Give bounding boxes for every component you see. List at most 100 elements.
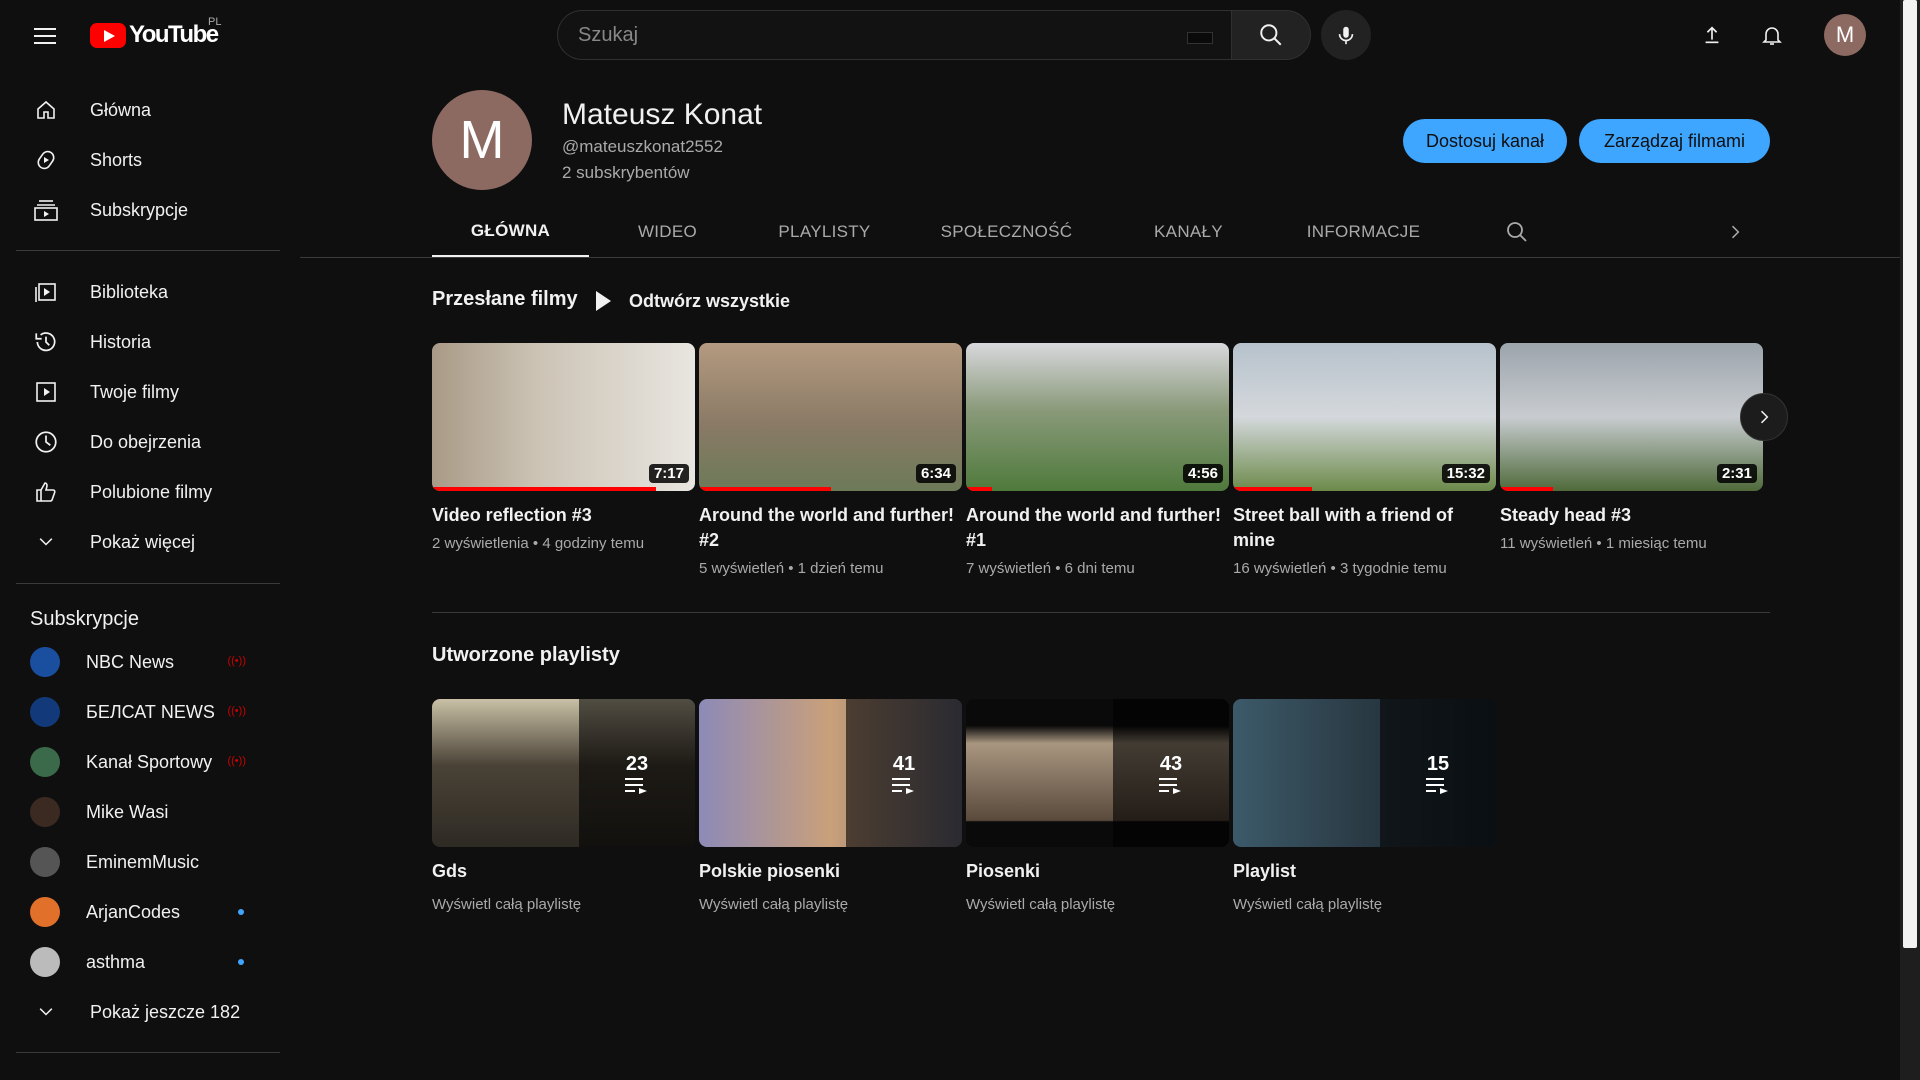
subscription-label: БЕЛСАТ NEWS	[86, 701, 215, 722]
manage-videos-button[interactable]: Zarządzaj filmami	[1579, 119, 1770, 163]
video-duration: 4:56	[1182, 464, 1223, 483]
video-title[interactable]: Around the world and further! #1	[966, 503, 1229, 553]
playlist-title[interactable]: Gds	[432, 861, 695, 882]
sidebar-divider	[16, 1052, 280, 1053]
page-scrollbar[interactable]	[1900, 0, 1920, 1080]
top-bar: YouTube PL M	[0, 0, 1900, 70]
youtube-logo[interactable]: YouTube PL	[90, 16, 221, 48]
video-card[interactable]: 4:56 Around the world and further! #1 7 …	[966, 343, 1229, 577]
channel-avatar-large[interactable]: M	[432, 90, 532, 190]
playlist-thumbnail[interactable]: 43	[966, 699, 1229, 847]
uploads-section-title[interactable]: Przesłane filmy	[432, 288, 578, 311]
video-card[interactable]: 7:17 Video reflection #3 2 wyświetlenia …	[432, 343, 695, 552]
playlist-icon	[892, 777, 914, 794]
playlist-thumbnail[interactable]: 41	[699, 699, 962, 847]
playlists-section-title[interactable]: Utworzone playlisty	[432, 644, 620, 667]
subscription-label: EminemMusic	[86, 851, 200, 872]
playlist-title[interactable]: Polskie piosenki	[699, 861, 962, 882]
tab-playlists[interactable]: PLAYLISTY	[746, 206, 903, 258]
video-views: 7 wyświetleń	[966, 560, 1052, 577]
channel-avatar	[30, 847, 60, 877]
keyboard-icon[interactable]	[1187, 32, 1213, 44]
sidebar-item-label: Historia	[90, 331, 152, 352]
tab-home[interactable]: GŁÓWNA	[432, 206, 589, 258]
sidebar-item-your-videos[interactable]: Twoje filmy	[12, 367, 280, 417]
watch-progress-bar	[432, 487, 656, 491]
video-meta: 7 wyświetleń • 6 dni temu	[966, 560, 1135, 577]
sidebar-subscription[interactable]: asthma	[12, 937, 280, 987]
playlist-card[interactable]: 43 Piosenki Wyświetl całą playlistę	[966, 699, 1229, 913]
playlist-title[interactable]: Playlist	[1233, 861, 1496, 882]
sidebar-item-liked[interactable]: Polubione filmy	[12, 467, 280, 517]
video-thumbnail[interactable]: 6:34	[699, 343, 962, 491]
subscription-label: Kanał Sportowy	[86, 751, 213, 772]
video-card[interactable]: 15:32 Street ball with a friend of mine …	[1233, 343, 1496, 577]
tab-search[interactable]	[1492, 206, 1542, 258]
channel-avatar	[30, 647, 60, 677]
sidebar-item-library[interactable]: Biblioteka	[12, 267, 280, 317]
video-title[interactable]: Around the world and further! #2	[699, 503, 962, 553]
sidebar-item-home[interactable]: Główna	[12, 85, 280, 135]
tab-community[interactable]: SPOŁECZNOŚĆ	[903, 206, 1110, 258]
view-playlist-link[interactable]: Wyświetl całą playlistę	[432, 896, 695, 913]
video-thumbnail[interactable]: 15:32	[1233, 343, 1496, 491]
sidebar-item-label: Główna	[90, 99, 152, 120]
video-title[interactable]: Steady head #3	[1500, 503, 1763, 528]
playlist-thumbnail[interactable]: 23	[432, 699, 695, 847]
watch-progress-bar	[1233, 487, 1312, 491]
scrollbar-thumb[interactable]	[1903, 0, 1917, 948]
live-indicator-icon: ((•))	[227, 755, 246, 767]
playlist-card[interactable]: 15 Playlist Wyświetl całą playlistę	[1233, 699, 1496, 913]
sidebar-show-more[interactable]: Pokaż więcej	[12, 517, 280, 567]
sidebar-item-label: Do obejrzenia	[90, 431, 202, 452]
sidebar-item-subscriptions[interactable]: Subskrypcje	[12, 185, 280, 235]
sidebar-item-shorts[interactable]: Shorts	[12, 135, 280, 185]
upload-button[interactable]	[1692, 15, 1732, 55]
notifications-button[interactable]	[1752, 15, 1792, 55]
channel-avatar	[30, 897, 60, 927]
video-thumbnail[interactable]: 7:17	[432, 343, 695, 491]
play-all-button[interactable]: Odtwórz wszystkie	[596, 288, 790, 314]
tab-about[interactable]: INFORMACJE	[1267, 206, 1460, 258]
playlist-card[interactable]: 23 Gds Wyświetl całą playlistę	[432, 699, 695, 913]
view-playlist-link[interactable]: Wyświetl całą playlistę	[1233, 896, 1496, 913]
sidebar-show-more-subscriptions[interactable]: Pokaż jeszcze 182	[12, 987, 280, 1037]
channel-handle: @mateuszkonat2552	[562, 137, 723, 156]
new-content-dot	[238, 909, 244, 915]
sidebar-subscription[interactable]: Mike Wasi	[12, 787, 280, 837]
video-thumbnail[interactable]: 2:31	[1500, 343, 1763, 491]
view-playlist-link[interactable]: Wyświetl całą playlistę	[966, 896, 1229, 913]
sidebar-subscription[interactable]: NBC News ((•))	[12, 637, 280, 687]
account-avatar[interactable]: M	[1824, 14, 1866, 56]
tab-videos[interactable]: WIDEO	[589, 206, 746, 258]
video-thumbnail[interactable]: 4:56	[966, 343, 1229, 491]
sidebar-subscription[interactable]: Kanał Sportowy ((•))	[12, 737, 280, 787]
video-title[interactable]: Street ball with a friend of mine	[1233, 503, 1496, 553]
video-card[interactable]: 6:34 Around the world and further! #2 5 …	[699, 343, 962, 577]
sidebar-item-watch-later[interactable]: Do obejrzenia	[12, 417, 280, 467]
view-playlist-link[interactable]: Wyświetl całą playlistę	[699, 896, 962, 913]
search-input[interactable]	[578, 23, 1178, 47]
voice-search-button[interactable]	[1321, 10, 1371, 60]
sidebar-subscription[interactable]: EminemMusic	[12, 837, 280, 887]
tabs-scroll-right[interactable]	[1710, 206, 1760, 258]
sidebar-item-history[interactable]: Historia	[12, 317, 280, 367]
sidebar-subscription[interactable]: ArjanCodes	[12, 887, 280, 937]
playlist-title[interactable]: Piosenki	[966, 861, 1229, 882]
youtube-play-icon	[90, 22, 126, 48]
search-button[interactable]	[1231, 10, 1311, 60]
playlist-video-count: 41	[892, 752, 916, 775]
video-title[interactable]: Video reflection #3	[432, 503, 695, 528]
sidebar-subscription[interactable]: БЕЛСАТ NEWS ((•))	[12, 687, 280, 737]
playlist-video-count: 23	[625, 752, 649, 775]
playlist-card[interactable]: 41 Polskie piosenki Wyświetl całą playli…	[699, 699, 962, 913]
playlist-count-overlay: 43	[1113, 699, 1229, 847]
customize-channel-button[interactable]: Dostosuj kanał	[1403, 119, 1567, 163]
subscriptions-icon	[26, 190, 66, 230]
playlist-thumbnail[interactable]: 15	[1233, 699, 1496, 847]
video-card[interactable]: 2:31 Steady head #3 11 wyświetleń • 1 mi…	[1500, 343, 1763, 552]
menu-icon[interactable]	[24, 18, 64, 54]
video-duration: 2:31	[1716, 464, 1757, 483]
carousel-next-button[interactable]	[1740, 393, 1788, 441]
tab-channels[interactable]: KANAŁY	[1110, 206, 1267, 258]
